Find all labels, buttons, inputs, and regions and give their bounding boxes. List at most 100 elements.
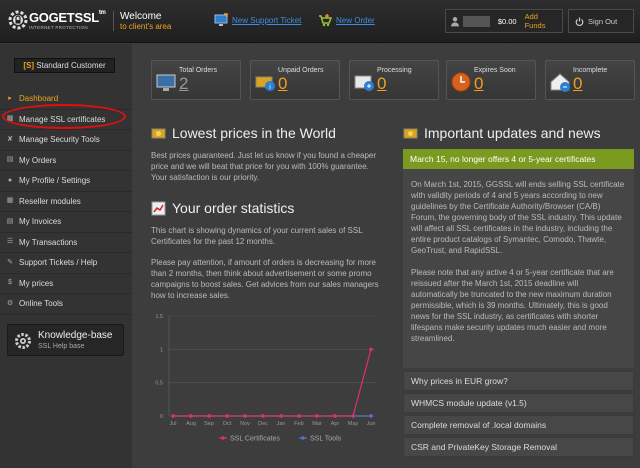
x-tick-label: May <box>348 421 359 427</box>
legend-marker <box>221 436 225 440</box>
sidebar-item-label: My Transactions <box>19 237 78 247</box>
welcome-block: Welcome to client's area <box>113 11 171 31</box>
data-point <box>315 414 319 418</box>
x-tick-label: Mar <box>312 421 322 427</box>
monitor-icon <box>214 13 228 26</box>
stat-unpaid-orders[interactable]: i Unpaid Orders 0 <box>250 60 340 100</box>
logo-text: GOGETSSL <box>29 10 99 25</box>
news-paragraph: Please note that any active 4 or 5-year … <box>411 268 614 343</box>
data-point <box>261 414 265 418</box>
help-icon: ✎ <box>7 258 13 266</box>
document-icon: ▤ <box>6 156 14 164</box>
updates-title: Important updates and news <box>424 125 601 141</box>
customer-plan-badge: [S] Standard Customer <box>14 58 115 73</box>
x-tick-label: Jan <box>277 421 286 427</box>
money-icon <box>151 128 166 138</box>
order-statistics-chart: 0 0.5 1 1.5 Jul Aug Sep Oct Nov Dec Jan Feb Mar Apr Ma… <box>155 314 376 443</box>
news-item-csr-storage[interactable]: CSR and PrivateKey Storage Removal <box>403 437 634 457</box>
modules-icon: ▦ <box>6 197 14 205</box>
news-item-eur-prices[interactable]: Why prices in EUR grow? <box>403 371 634 391</box>
order-statistics-advice: Please pay attention, if amount of order… <box>151 258 379 300</box>
sidebar-item-online-tools[interactable]: ⚙ Online Tools <box>0 294 132 315</box>
sign-out-label: Sign Out <box>588 16 618 26</box>
chart-icon <box>151 201 166 215</box>
logo-gear-icon <box>8 10 28 30</box>
data-point <box>369 414 373 418</box>
sidebar-item-label: Reseller modules <box>19 196 81 206</box>
new-order-link[interactable]: New Order <box>318 13 375 27</box>
arrow-right-icon: ▸ <box>8 94 12 102</box>
news-item-local-domains[interactable]: Complete removal of .local domains <box>403 415 634 435</box>
stat-value: 0 <box>377 74 387 93</box>
order-statistics-title: Your order statistics <box>172 200 295 216</box>
x-tick-label: Aug <box>186 421 196 427</box>
new-order-label: New Order <box>336 15 375 25</box>
sidebar-item-reseller[interactable]: ▦ Reseller modules <box>0 192 132 212</box>
sidebar-item-label: Manage Security Tools <box>19 135 100 145</box>
sidebar-item-prices[interactable]: $ My prices <box>0 274 132 294</box>
data-point <box>189 414 193 418</box>
y-tick-label: 1 <box>160 347 163 353</box>
stat-label: Expires Soon <box>474 67 516 74</box>
money-icon: i <box>255 76 275 91</box>
stat-label: Total Orders <box>179 67 218 74</box>
logo-tm: tm <box>98 10 106 16</box>
welcome-title: Welcome <box>120 11 162 22</box>
user-icon: ● <box>7 176 13 184</box>
balance: $0.00 <box>497 16 517 26</box>
sidebar-item-invoices[interactable]: ▤ My Invoices <box>0 212 132 233</box>
x-tick-label: Oct <box>223 421 232 427</box>
x-tick-label: Feb <box>294 421 303 427</box>
dollar-icon: $ <box>8 279 12 287</box>
logo-tagline: INTERNET PROTECTION <box>29 25 88 30</box>
data-point <box>297 414 301 418</box>
sidebar-item-label: Support Tickets / Help <box>19 258 98 268</box>
sidebar-item-security-tools[interactable]: ✘ Manage Security Tools <box>0 130 132 151</box>
news-body: On March 1st, 2015, GGSSL will ends sell… <box>403 169 634 368</box>
sign-out-button[interactable]: Sign Out <box>568 9 634 33</box>
sidebar-item-label: Dashboard <box>19 94 59 104</box>
x-tick-label: Dec <box>258 421 268 427</box>
stat-total-orders[interactable]: Total Orders 2 <box>151 60 241 100</box>
data-point <box>171 414 175 418</box>
legend-label: SSL Tools <box>310 436 342 443</box>
stat-incomplete[interactable]: Incomplete 0 <box>545 60 635 100</box>
data-point <box>369 347 373 352</box>
y-tick-label: 0.5 <box>155 381 163 387</box>
x-tick-label: Jun <box>367 421 376 427</box>
stat-value: 0 <box>278 74 288 93</box>
new-support-ticket-link[interactable]: New Support Ticket <box>214 13 301 27</box>
stat-processing[interactable]: Processing 0 <box>349 60 439 100</box>
sidebar-item-profile[interactable]: ● My Profile / Settings <box>0 171 132 192</box>
logo[interactable]: GOGETSSLtm INTERNET PROTECTION <box>8 8 106 34</box>
news-item-whmcs-update[interactable]: WHMCS module update (v1.5) <box>403 393 634 413</box>
sidebar-item-orders[interactable]: ▤ My Orders <box>0 151 132 171</box>
welcome-subtitle: to client's area <box>120 22 172 31</box>
new-support-ticket-label: New Support Ticket <box>232 15 302 25</box>
sidebar-item-support[interactable]: ✎ Support Tickets / Help <box>0 253 132 274</box>
username-masked <box>463 15 490 27</box>
knowledge-base-button[interactable]: Knowledge-base SSL Help base <box>7 324 124 356</box>
power-icon <box>575 17 584 26</box>
add-funds-link[interactable]: Add Funds <box>525 12 557 30</box>
stat-expires-soon[interactable]: Expires Soon 0 <box>446 60 536 100</box>
account-box: $0.00 Add Funds <box>445 9 563 33</box>
x-tick-label: Sep <box>204 421 214 427</box>
x-tick-label: Apr <box>331 421 340 427</box>
data-point <box>351 414 355 418</box>
sidebar-item-transactions[interactable]: ☰ My Transactions <box>0 233 132 253</box>
stat-label: Incomplete <box>573 67 608 74</box>
sidebar-item-label: My prices <box>19 278 54 288</box>
updates-heading: Important updates and news <box>403 125 601 141</box>
legend-label: SSL Certificates <box>230 436 280 443</box>
processing-icon <box>354 75 374 91</box>
plan-label: Standard Customer <box>36 61 106 70</box>
stat-label: Processing <box>377 67 412 74</box>
x-tick-label: Jul <box>169 421 176 427</box>
news-headline[interactable]: March 15, no longer offers 4 or 5-year c… <box>403 149 634 169</box>
invoice-icon: ▤ <box>6 217 14 225</box>
sidebar-item-label: Online Tools <box>19 299 63 309</box>
stat-label: Unpaid Orders <box>278 67 324 74</box>
news-paragraph: On March 1st, 2015, GGSSL will ends sell… <box>411 180 625 255</box>
knowledge-base-title: Knowledge-base <box>38 330 113 341</box>
